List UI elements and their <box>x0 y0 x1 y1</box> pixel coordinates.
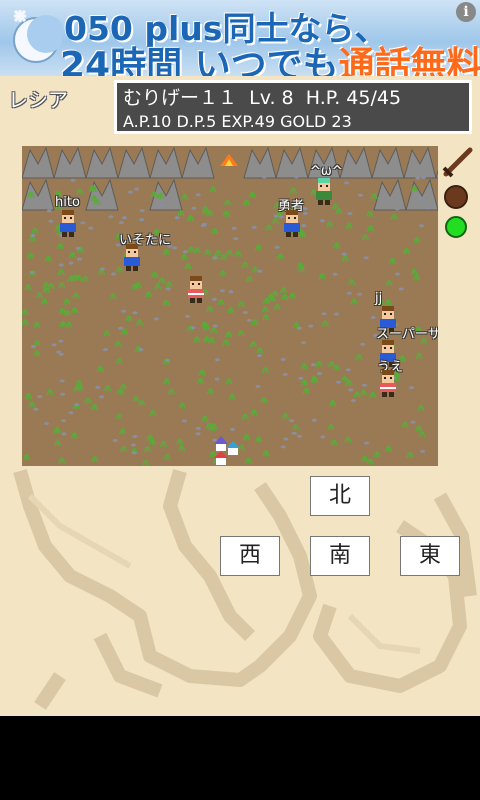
player-level: Lv. 8 <box>249 87 294 109</box>
town-name: レシア <box>8 88 68 112</box>
south-button[interactable]: 南 <box>310 536 370 576</box>
info-icon[interactable]: i <box>456 2 476 22</box>
player-sprite-yuusha[interactable] <box>280 208 304 238</box>
moon-sun-icon <box>13 9 62 63</box>
west-button[interactable]: 西 <box>220 536 280 576</box>
game-field[interactable]: hito いそたに 勇者 ^ω^ jj スーパーサイ うえ <box>22 146 438 466</box>
player-hp: H.P. 45/45 <box>305 87 402 109</box>
ad-banner[interactable]: 050 plus同士なら、 24時間 いつでも通話無料！ i <box>0 0 480 76</box>
world-map: レシア むりげー１１ Lv. 8 H.P. 45/45 A.P.10 D.P.5… <box>0 76 480 716</box>
player-name: むりげー１１ <box>123 87 238 109</box>
ad-subline: 24時間 いつでも通話無料！ <box>60 36 480 76</box>
player-status-panel: むりげー１１ Lv. 8 H.P. 45/45 A.P.10 D.P.5 EXP… <box>114 80 472 134</box>
player-sprite-omega[interactable] <box>312 176 336 206</box>
bottom-black-area <box>0 716 480 800</box>
status-row-1: むりげー１１ Lv. 8 H.P. 45/45 <box>123 86 463 111</box>
sword-icon[interactable] <box>440 146 474 180</box>
village-icon[interactable] <box>212 432 246 466</box>
ad-subline-main: 24時間 いつでも <box>60 45 339 76</box>
ad-subline-highlight: 通話無料！ <box>338 45 480 76</box>
east-button[interactable]: 東 <box>400 536 460 576</box>
player-sprite-isotani[interactable] <box>120 242 144 272</box>
north-button[interactable]: 北 <box>310 476 370 516</box>
status-green-icon[interactable] <box>443 214 469 240</box>
player-sprite-self[interactable] <box>184 274 208 304</box>
player-stats-line: A.P.10 D.P.5 EXP.49 GOLD 23 <box>123 112 352 131</box>
player-sprite-ue[interactable] <box>376 368 400 398</box>
player-sprite-hito[interactable] <box>56 208 80 238</box>
shield-icon[interactable] <box>443 184 469 210</box>
campfire-icon[interactable] <box>218 152 240 170</box>
